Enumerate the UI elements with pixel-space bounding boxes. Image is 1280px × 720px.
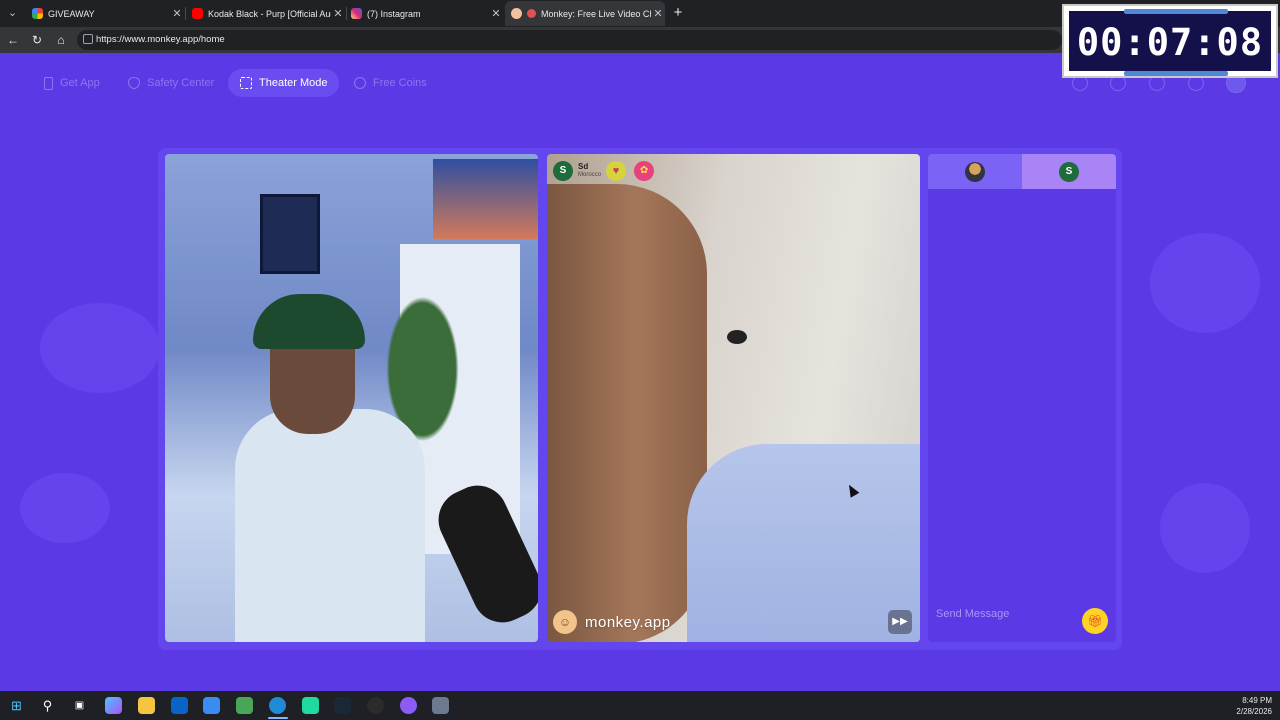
copilot-icon[interactable]	[105, 697, 122, 714]
tab-kodak-black[interactable]: Kodak Black - Purp [Official Audio] ✕	[187, 1, 345, 26]
nav-free-coins[interactable]: Free Coins	[342, 69, 439, 97]
peer-blanket	[687, 444, 920, 642]
poster	[260, 194, 320, 274]
site-info-icon[interactable]	[83, 34, 93, 44]
tab-title: Kodak Black - Purp [Official Audio]	[208, 8, 331, 19]
search-icon[interactable]: ⚲	[39, 697, 56, 714]
youtube-favicon-icon	[192, 8, 203, 19]
bg-decoration	[1160, 483, 1250, 573]
self-avatar	[965, 161, 985, 182]
clock-date: 2/28/2026	[1236, 707, 1272, 716]
file-explorer-icon[interactable]	[138, 697, 155, 714]
stream-timer-overlay: 00:07:08	[1062, 4, 1278, 78]
chat-tab-peer[interactable]: S	[1022, 154, 1116, 189]
bg-decoration	[1150, 233, 1260, 333]
peer-location: Morocco	[578, 172, 602, 178]
chat-tab-self[interactable]	[928, 154, 1022, 189]
taskbar: ⊞ ⚲ ▣ 8:49 PM 2/28/2026	[0, 691, 1280, 720]
peer-info-badge: S Sd Morocco ♥ ✿	[553, 160, 655, 182]
nav-label: Theater Mode	[259, 77, 328, 89]
brand-watermark: ☺ monkey.app	[553, 610, 671, 634]
painting	[433, 159, 538, 239]
task-view-icon[interactable]: ▣	[71, 697, 88, 714]
heart-icon[interactable]: ♥	[606, 161, 627, 181]
active-app-indicator	[268, 717, 288, 719]
clock-time: 8:49 PM	[1242, 696, 1272, 705]
tab-divider	[185, 7, 186, 20]
microphone	[428, 475, 538, 633]
peer-arm	[547, 184, 707, 642]
monkey-app-page: Get App Safety Center Theater Mode Free …	[0, 53, 1280, 691]
shield-icon	[128, 77, 140, 89]
gift-icon[interactable]: ✿	[634, 161, 655, 181]
app-icon[interactable]	[400, 697, 417, 714]
tab-divider	[346, 7, 347, 20]
timer-value: 00:07:08	[1076, 21, 1264, 64]
store-icon[interactable]	[203, 697, 220, 714]
edge-icon[interactable]	[269, 697, 286, 714]
recording-icon	[527, 9, 536, 18]
peer-name: Sd	[578, 162, 589, 171]
app-icon[interactable]	[432, 697, 449, 714]
instagram-favicon-icon	[351, 8, 362, 19]
windows-start-icon[interactable]: ⊞	[8, 697, 25, 714]
nav-safety-center[interactable]: Safety Center	[116, 69, 226, 97]
chat-tabs: S	[928, 154, 1116, 189]
outlook-icon[interactable]	[171, 697, 188, 714]
xbox-icon[interactable]	[236, 697, 253, 714]
close-icon[interactable]: ✕	[331, 7, 345, 20]
phone-icon	[44, 76, 53, 90]
person-shirt	[235, 409, 425, 642]
tab-monkey[interactable]: Monkey: Free Live Video Chat ✕	[505, 1, 665, 26]
reload-icon[interactable]: ↻	[28, 31, 46, 49]
obs-icon[interactable]	[367, 697, 384, 714]
timer-accent-bar	[1124, 71, 1228, 76]
system-clock[interactable]: 8:49 PM 2/28/2026	[1236, 695, 1272, 717]
peer-avatar: S	[1059, 161, 1079, 182]
peer-details: Sd Morocco	[576, 163, 603, 179]
coin-icon	[354, 77, 366, 89]
back-arrow-icon[interactable]: ←	[4, 31, 22, 49]
tab-instagram[interactable]: (7) Instagram ✕	[348, 1, 503, 26]
skip-button[interactable]: ▶▶	[888, 610, 912, 634]
monkey-logo-icon: ☺	[553, 610, 577, 634]
nav-get-app[interactable]: Get App	[32, 69, 112, 97]
brand-text: monkey.app	[585, 613, 671, 631]
wall-speck	[727, 330, 747, 344]
tab-title: (7) Instagram	[367, 8, 421, 19]
nav-label: Free Coins	[373, 77, 427, 89]
chat-panel: S 🎁︎	[928, 154, 1116, 642]
nav-label: Safety Center	[147, 77, 215, 89]
close-icon[interactable]: ✕	[651, 7, 665, 20]
tab-list-chevron-icon[interactable]: ⌄	[4, 5, 21, 22]
tab-title: GIVEAWAY	[48, 8, 95, 19]
monkey-favicon-icon	[511, 8, 522, 19]
bg-decoration	[20, 473, 110, 543]
close-icon[interactable]: ✕	[170, 7, 184, 20]
chrome-favicon-icon	[32, 8, 43, 19]
expand-icon	[240, 77, 252, 89]
tab-giveaway[interactable]: GIVEAWAY ✕	[26, 1, 184, 26]
app-icon[interactable]	[302, 697, 319, 714]
url-text: https://www.monkey.app/home	[96, 34, 225, 45]
bg-decoration	[40, 303, 160, 393]
message-input[interactable]	[936, 608, 1076, 620]
timer-panel: 00:07:08	[1069, 9, 1271, 76]
close-icon[interactable]: ✕	[489, 7, 503, 20]
timer-accent-bar	[1124, 9, 1228, 14]
address-bar[interactable]: https://www.monkey.app/home	[77, 30, 1062, 50]
home-icon[interactable]: ⌂	[52, 31, 70, 49]
peer-avatar[interactable]: S	[553, 161, 573, 181]
person-cap	[253, 294, 365, 349]
tab-title: Monkey: Free Live Video Chat	[541, 8, 651, 19]
video-chat-stage: S Sd Morocco ♥ ✿ ☺ monkey.app ▶▶ S Send …	[158, 148, 1122, 650]
peer-video: S Sd Morocco ♥ ✿ ☺ monkey.app ▶▶	[547, 154, 920, 642]
new-tab-plus-icon[interactable]: +	[669, 4, 687, 22]
nav-theater-mode[interactable]: Theater Mode	[228, 69, 340, 97]
nav-label: Get App	[60, 77, 100, 89]
gift-button[interactable]: 🎁︎	[1082, 608, 1108, 634]
steam-icon[interactable]	[334, 697, 351, 714]
self-video	[165, 154, 538, 642]
